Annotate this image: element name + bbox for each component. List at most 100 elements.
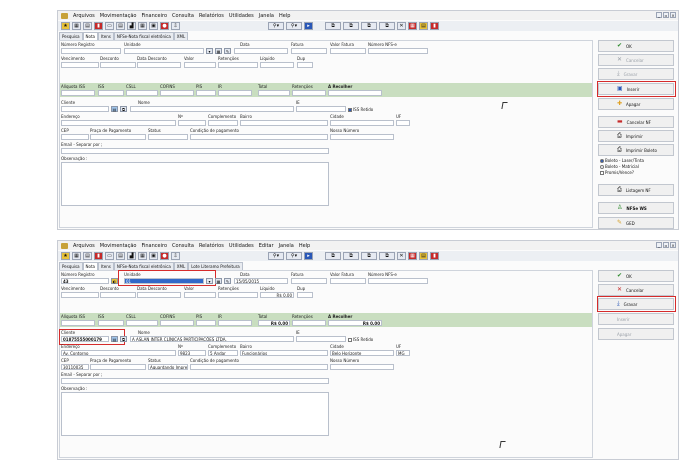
document-icon[interactable]: ▭	[105, 22, 114, 30]
desconto-field[interactable]	[100, 292, 136, 298]
pencil-icon[interactable]: ✎	[224, 48, 231, 54]
dup-field[interactable]	[297, 62, 313, 68]
ie-field[interactable]	[296, 336, 346, 342]
document-icon[interactable]: ▦	[138, 252, 147, 260]
nome-field[interactable]: A ASLAN INTER CLÍNICAS PARTICIPAÇÕES LTD…	[130, 336, 294, 342]
tools-icon[interactable]: ✕	[397, 22, 406, 30]
imprimir-boleto-button[interactable]: ⎙ Imprimir Boleto	[598, 144, 674, 156]
menu-utilidades[interactable]: Utilidades	[229, 13, 254, 19]
chart-icon[interactable]: ▟	[127, 252, 136, 260]
tab-pesquisa[interactable]: Pesquisa	[59, 32, 83, 40]
monitor-icon[interactable]: ▣	[149, 22, 158, 30]
search-icon[interactable]: ⚲▾	[286, 252, 302, 260]
monitor-icon[interactable]: ▣	[149, 252, 158, 260]
grid-icon[interactable]: ▦	[408, 252, 417, 260]
cidade-field[interactable]	[330, 120, 394, 126]
fatura-field[interactable]	[291, 48, 327, 54]
minimize-icon[interactable]: _	[656, 12, 662, 18]
uf-field[interactable]: MG	[396, 350, 410, 356]
liquido-field[interactable]: R$ 0,00	[260, 292, 294, 298]
data-field[interactable]: 15/05/2015	[234, 278, 288, 284]
search-client-icon[interactable]: ▤	[111, 106, 118, 112]
grid-icon[interactable]: ▦	[72, 22, 81, 30]
csll-field[interactable]	[126, 320, 158, 326]
nome-field[interactable]	[130, 106, 294, 112]
ie-field[interactable]	[296, 106, 346, 112]
menu-arquivos[interactable]: Arquivos	[73, 243, 95, 249]
download-icon[interactable]: ⇩	[171, 22, 180, 30]
email-field[interactable]	[61, 378, 329, 384]
copy-icon[interactable]: ⧉	[325, 252, 341, 260]
status-field[interactable]	[148, 134, 188, 140]
imprimir-button[interactable]: ⎙ Imprimir	[598, 130, 674, 142]
cep-field[interactable]	[61, 134, 89, 140]
endereco-field[interactable]: Av. Contorno	[61, 350, 176, 356]
document-icon[interactable]: ▭	[105, 252, 114, 260]
iss-retido-checkbox[interactable]: ISS Retido	[348, 337, 373, 342]
liquido-field[interactable]	[260, 62, 294, 68]
copy-icon[interactable]: ⧉	[361, 22, 377, 30]
nosso-numero-field[interactable]	[330, 134, 394, 140]
data-desconto-field[interactable]	[137, 292, 181, 298]
ir-field[interactable]	[218, 320, 252, 326]
complemento-field[interactable]: 5 Andar	[208, 350, 238, 356]
cancelar-button[interactable]: ✕ Cancelar	[598, 284, 674, 296]
observacao-textarea[interactable]	[61, 392, 329, 436]
retencoes-total-field[interactable]	[292, 90, 326, 96]
tab-xml[interactable]: XML	[173, 262, 189, 270]
dup-field[interactable]	[297, 292, 313, 298]
uf-field[interactable]	[396, 120, 410, 126]
valor-field[interactable]	[184, 62, 216, 68]
data-desconto-field[interactable]	[137, 62, 181, 68]
praca-field[interactable]	[90, 364, 146, 370]
maximize-icon[interactable]: ▫	[663, 242, 669, 248]
retencoes-field[interactable]	[218, 62, 258, 68]
grid-icon[interactable]: ▦	[408, 22, 417, 30]
document-icon[interactable]: ▤	[83, 22, 92, 30]
copy-icon[interactable]: ⧉	[379, 252, 395, 260]
menu-financeiro[interactable]: Financeiro	[141, 13, 167, 19]
a-recolher-field[interactable]	[328, 90, 382, 96]
calendar-icon[interactable]: ▦	[215, 48, 222, 54]
fatura-field[interactable]	[291, 278, 327, 284]
menu-utilidades[interactable]: Utilidades	[229, 243, 254, 249]
document-icon[interactable]: ▤	[116, 22, 125, 30]
aliquota-iss-field[interactable]	[61, 320, 95, 326]
valor-fatura-field[interactable]	[330, 48, 366, 54]
ok-button[interactable]: ✔ OK	[598, 270, 674, 282]
complemento-field[interactable]	[208, 120, 238, 126]
calendar-icon[interactable]: ▦	[215, 278, 222, 284]
document-icon[interactable]: ▤	[419, 252, 428, 260]
total-field[interactable]: R$ 0,00	[258, 320, 290, 326]
copy-icon[interactable]: ⧉	[120, 336, 127, 342]
red-document-icon[interactable]: ▮	[430, 22, 439, 30]
aliquota-iss-field[interactable]	[61, 90, 95, 96]
nosso-numero-field[interactable]	[330, 364, 394, 370]
ok-button[interactable]: ✔ OK	[598, 40, 674, 52]
retencoes-total-field[interactable]	[292, 320, 326, 326]
numero-field[interactable]: 9823	[178, 350, 206, 356]
unidade-select[interactable]	[124, 48, 204, 54]
red-document-icon[interactable]: ▮	[430, 252, 439, 260]
grid-icon[interactable]: ▦	[72, 252, 81, 260]
ir-field[interactable]	[218, 90, 252, 96]
a-recolher-field[interactable]: R$ 0,00	[328, 320, 382, 326]
arrow-icon[interactable]: ▸	[304, 252, 313, 260]
praca-field[interactable]	[90, 134, 146, 140]
copy-icon[interactable]: ⧉	[120, 106, 127, 112]
pis-field[interactable]	[196, 90, 216, 96]
nfse-ws-button[interactable]: ♙ NFSe WS	[598, 202, 674, 214]
data-field[interactable]	[234, 48, 288, 54]
email-field[interactable]	[61, 148, 329, 154]
valor-fatura-field[interactable]	[330, 278, 366, 284]
observacao-textarea[interactable]	[61, 162, 329, 206]
tab-lote-prefeitura[interactable]: Lote Literamo Prefeitura	[188, 262, 243, 270]
tab-nfse[interactable]: NFSe-Nota fiscal eletrônica	[113, 262, 174, 270]
copy-icon[interactable]: ⧉	[379, 22, 395, 30]
iss-field[interactable]	[98, 320, 124, 326]
tools-icon[interactable]: ✕	[397, 252, 406, 260]
listagem-nf-button[interactable]: ⎙ Listagem NF	[598, 184, 674, 196]
endereco-field[interactable]	[61, 120, 176, 126]
bairro-field[interactable]	[240, 120, 328, 126]
star-icon[interactable]: ★	[61, 252, 70, 260]
